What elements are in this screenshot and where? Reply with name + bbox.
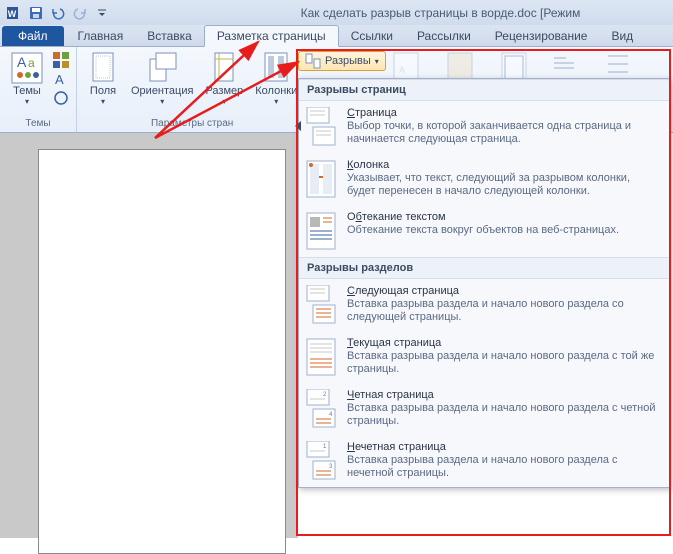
tab-page-layout[interactable]: Разметка страницы [204, 25, 339, 47]
default-marker-icon [295, 121, 301, 131]
margins-label: Поля [90, 85, 116, 97]
tab-mailings[interactable]: Рассылки [405, 26, 483, 46]
breaks-dropdown: Разрывы страниц Страница Выбор точки, в … [298, 78, 670, 488]
menu-item-title: Нечетная страница [347, 441, 661, 453]
svg-text:A: A [399, 65, 405, 75]
theme-colors-icon[interactable] [52, 51, 70, 69]
svg-text:A: A [55, 72, 64, 87]
menu-item-next-page[interactable]: Следующая страница Вставка разрыва разде… [299, 279, 669, 331]
size-button[interactable]: Размер▾ [201, 49, 247, 116]
tab-home[interactable]: Главная [66, 26, 136, 46]
columns-label: Колонки [255, 85, 297, 97]
next-page-icon [305, 285, 337, 325]
menu-item-desc: Вставка разрыва раздела и начало нового … [347, 298, 661, 324]
menu-item-desc: Обтекание текста вокруг объектов на веб-… [347, 224, 661, 237]
menu-item-desc: Выбор точки, в которой заканчивается одн… [347, 120, 661, 146]
menu-item-desc: Вставка разрыва раздела и начало нового … [347, 350, 661, 376]
themes-button[interactable]: Aa Темы ▾ [6, 49, 48, 116]
column-break-icon [305, 159, 337, 199]
menu-item-desc: Вставка разрыва раздела и начало нового … [347, 454, 661, 480]
page-break-icon [305, 107, 337, 147]
svg-text:a: a [28, 56, 35, 70]
group-themes-label: Темы [6, 116, 70, 132]
ribbon-tabstrip: Файл Главная Вставка Разметка страницы С… [0, 25, 673, 47]
group-page-setup-label: Параметры стран [83, 116, 301, 132]
continuous-icon [305, 337, 337, 377]
menu-item-title: Следующая страница [347, 285, 661, 297]
menu-item-title: Текущая страница [347, 337, 661, 349]
word-app-icon[interactable]: W [4, 3, 24, 23]
menu-item-title: Колонка [347, 159, 661, 171]
dropdown-header-section-breaks: Разрывы разделов [299, 257, 669, 279]
menu-item-odd-page[interactable]: 13 Нечетная страница Вставка разрыва раз… [299, 435, 669, 487]
tab-insert[interactable]: Вставка [135, 26, 204, 46]
menu-item-title: Обтекание текстом [347, 211, 661, 223]
undo-icon[interactable] [48, 3, 68, 23]
menu-item-column-break[interactable]: Колонка Указывает, что текст, следующий … [299, 153, 669, 205]
odd-page-icon: 13 [305, 441, 337, 481]
tab-review[interactable]: Рецензирование [483, 26, 600, 46]
menu-item-title: Четная страница [347, 389, 661, 401]
menu-item-even-page[interactable]: 24 Четная страница Вставка разрыва разде… [299, 383, 669, 435]
document-page[interactable] [38, 149, 286, 554]
tab-file[interactable]: Файл [2, 26, 64, 46]
even-page-icon: 24 [305, 389, 337, 429]
save-icon[interactable] [26, 3, 46, 23]
size-label: Размер [205, 85, 243, 97]
group-page-setup: Поля▾ Ориентация▾ Размер▾ Колонки▾ Парам… [77, 47, 307, 132]
columns-button[interactable]: Колонки▾ [251, 49, 301, 116]
quick-access-toolbar: W [4, 3, 112, 23]
theme-effects-icon[interactable] [52, 89, 70, 107]
redo-icon[interactable] [70, 3, 90, 23]
breaks-icon [305, 53, 321, 69]
menu-item-page-break[interactable]: Страница Выбор точки, в которой заканчив… [299, 101, 669, 153]
chevron-down-icon: ▾ [25, 97, 29, 106]
menu-item-title: Страница [347, 107, 661, 119]
breaks-button[interactable]: Разрывы ▾ [298, 51, 386, 71]
tab-references[interactable]: Ссылки [339, 26, 405, 46]
group-themes: Aa Темы ▾ A Темы [0, 47, 77, 132]
svg-text:W: W [8, 9, 17, 19]
breaks-label: Разрывы [325, 55, 371, 67]
margins-button[interactable]: Поля▾ [83, 49, 123, 116]
menu-item-continuous[interactable]: Текущая страница Вставка разрыва раздела… [299, 331, 669, 383]
document-area [0, 133, 298, 538]
menu-item-desc: Вставка разрыва раздела и начало нового … [347, 402, 661, 428]
theme-fonts-icon[interactable]: A [52, 70, 70, 88]
themes-label: Темы [13, 85, 41, 97]
orientation-label: Ориентация [131, 85, 193, 97]
orientation-button[interactable]: Ориентация▾ [127, 49, 197, 116]
chevron-down-icon: ▾ [375, 57, 379, 66]
dropdown-header-page-breaks: Разрывы страниц [299, 79, 669, 101]
svg-text:A: A [17, 54, 27, 70]
tab-view[interactable]: Вид [599, 26, 645, 46]
document-title: Как сделать разрыв страницы в ворде.doc … [112, 6, 669, 20]
text-wrap-break-icon [305, 211, 337, 251]
titlebar: W Как сделать разрыв страницы в ворде.do… [0, 0, 673, 25]
menu-item-desc: Указывает, что текст, следующий за разры… [347, 172, 661, 198]
qat-customize-icon[interactable] [92, 3, 112, 23]
menu-item-text-wrapping-break[interactable]: Обтекание текстом Обтекание текста вокру… [299, 205, 669, 257]
